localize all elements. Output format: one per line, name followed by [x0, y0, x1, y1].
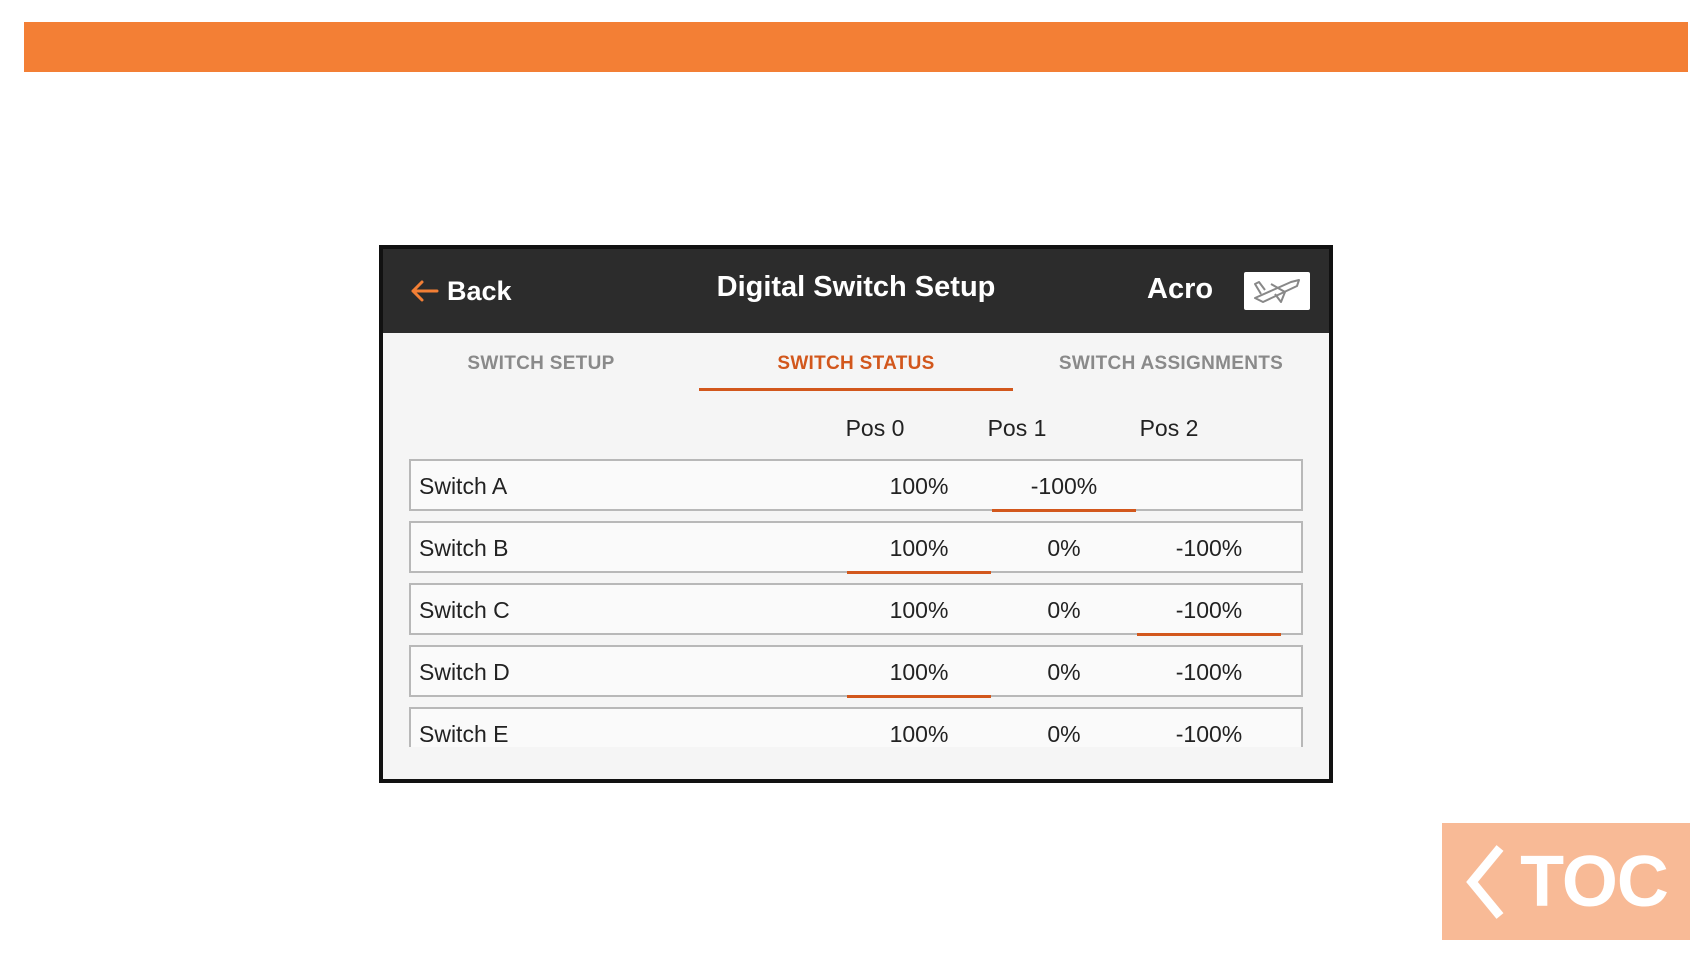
- column-header-pos-1: Pos 1: [987, 415, 1047, 441]
- switch-label: Switch B: [419, 535, 509, 561]
- pos-0-value: 100%: [889, 597, 949, 623]
- airplane-icon[interactable]: [1244, 272, 1310, 310]
- chevron-left-icon: [1466, 844, 1504, 919]
- pos-2-value: -100%: [1175, 721, 1243, 747]
- tab-bar: SWITCH SETUP SWITCH STATUS SWITCH ASSIGN…: [383, 333, 1329, 395]
- pos-1-value: 0%: [1047, 597, 1081, 623]
- pos-1-value: 0%: [1047, 659, 1081, 685]
- toc-label: TOC: [1520, 841, 1669, 922]
- switch-row-b[interactable]: Switch B 100% 0% -100%: [409, 521, 1303, 574]
- pos-0-value: 100%: [889, 721, 949, 747]
- tab-switch-status[interactable]: SWITCH STATUS: [699, 333, 1013, 395]
- switch-label: Switch E: [419, 721, 509, 747]
- switch-row-d[interactable]: Switch D 100% 0% -100%: [409, 645, 1303, 698]
- pos-0-value: 100%: [847, 535, 991, 574]
- toc-button[interactable]: TOC: [1442, 823, 1690, 940]
- switch-row-a[interactable]: Switch A 100% -100%: [409, 459, 1303, 512]
- pos-2-value: -100%: [1175, 659, 1243, 685]
- transmitter-screen: Back Digital Switch Setup Acro SWITCH SE…: [379, 245, 1333, 783]
- pos-2-value: -100%: [1175, 535, 1243, 561]
- switch-label: Switch C: [419, 597, 510, 623]
- pos-1-value: -100%: [992, 473, 1136, 512]
- switch-label: Switch D: [419, 659, 510, 685]
- column-header-pos-0: Pos 0: [845, 415, 905, 441]
- top-accent-bar: [24, 22, 1688, 72]
- pos-0-value: 100%: [889, 473, 949, 499]
- column-header-pos-2: Pos 2: [1139, 415, 1199, 441]
- switch-row-c[interactable]: Switch C 100% 0% -100%: [409, 583, 1303, 636]
- tab-switch-assignments[interactable]: SWITCH ASSIGNMENTS: [1013, 333, 1329, 395]
- pos-1-value: 0%: [1047, 535, 1081, 561]
- pos-1-value: 0%: [1047, 721, 1081, 747]
- pos-0-value: 100%: [847, 659, 991, 698]
- switch-row-e[interactable]: Switch E 100% 0% -100%: [409, 707, 1303, 747]
- switch-label: Switch A: [419, 473, 508, 499]
- tab-switch-setup[interactable]: SWITCH SETUP: [383, 333, 699, 395]
- pos-2-value: -100%: [1137, 597, 1281, 636]
- model-name: Acro: [1147, 273, 1214, 305]
- header-bar: Back Digital Switch Setup Acro: [383, 249, 1329, 333]
